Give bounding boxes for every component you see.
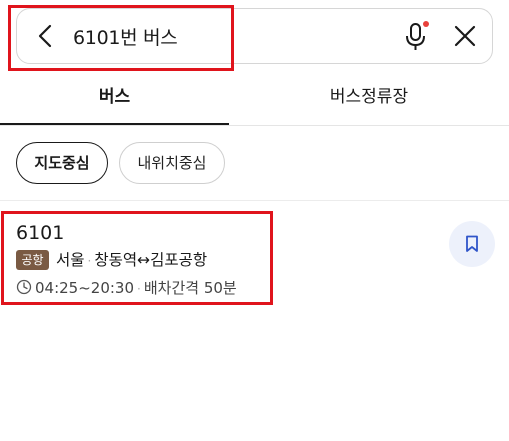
close-icon	[454, 25, 476, 47]
tabs-divider	[0, 125, 509, 126]
tab-bar: 버스 버스정류장	[0, 72, 509, 126]
list-divider	[0, 200, 509, 201]
tab-bus[interactable]: 버스	[0, 72, 229, 126]
highlight-box-search	[8, 5, 234, 71]
bookmark-button[interactable]	[449, 221, 495, 267]
clear-search-button[interactable]	[451, 22, 479, 50]
voice-search-button[interactable]	[401, 21, 431, 53]
bookmark-icon	[466, 235, 478, 252]
tab-bus-stop[interactable]: 버스정류장	[229, 72, 509, 126]
notification-dot	[423, 21, 429, 27]
filter-map-center[interactable]: 지도중심	[16, 142, 108, 184]
filter-my-location[interactable]: 내위치중심	[119, 142, 225, 184]
highlight-box-result	[1, 211, 273, 305]
